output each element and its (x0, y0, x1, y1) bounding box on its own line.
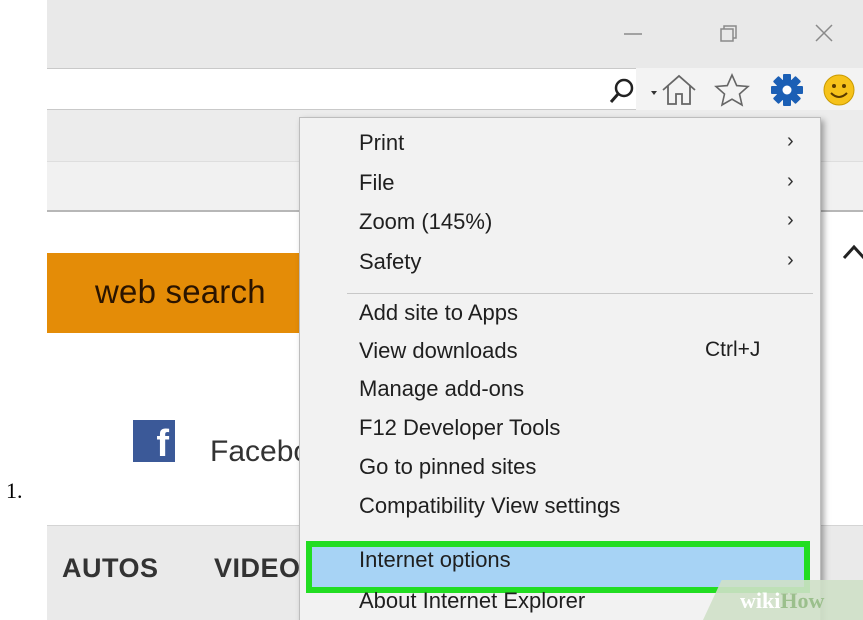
restore-icon[interactable] (715, 20, 741, 46)
wikihow-watermark: wikiHow (740, 588, 825, 613)
chevron-right-icon: › (787, 170, 794, 192)
web-search-label: web search (95, 273, 266, 310)
nav-item-autos[interactable]: AUTOS (62, 553, 159, 584)
menu-item-add-site-to-apps[interactable]: Add site to Apps (300, 294, 820, 334)
chevron-right-icon: › (787, 249, 794, 271)
star-icon[interactable] (712, 72, 752, 113)
search-icon (609, 78, 634, 103)
web-search-button[interactable]: web search (47, 253, 307, 333)
step-number: 1. (6, 478, 23, 503)
menu-item-compatibility-view[interactable]: Compatibility View settings (300, 487, 820, 527)
menu-item-manage-add-ons[interactable]: Manage add-ons (300, 370, 820, 410)
tools-menu: Print › File › Zoom (145%) › Safety › Ad… (299, 117, 821, 620)
facebook-icon[interactable]: f (133, 420, 175, 465)
menu-item-view-downloads[interactable]: View downloads Ctrl+J (300, 332, 820, 372)
smiley-icon[interactable] (819, 72, 863, 113)
facebook-link[interactable]: Facebo (210, 435, 310, 469)
minimize-icon[interactable] (620, 20, 646, 46)
search-dropdown[interactable] (607, 78, 667, 106)
chevron-right-icon: › (787, 130, 794, 152)
menu-item-internet-options[interactable]: Internet options (300, 541, 820, 581)
menu-item-zoom[interactable]: Zoom (145%) › (300, 203, 820, 243)
address-bar[interactable] (47, 68, 636, 110)
home-icon[interactable] (659, 72, 699, 113)
gear-icon[interactable] (767, 72, 807, 113)
menu-item-print[interactable]: Print › (300, 124, 820, 164)
menu-item-pinned-sites[interactable]: Go to pinned sites (300, 448, 820, 488)
menu-item-file[interactable]: File › (300, 164, 820, 204)
chevron-right-icon: › (787, 209, 794, 231)
shortcut-label: Ctrl+J (705, 338, 761, 361)
menu-item-safety[interactable]: Safety › (300, 243, 820, 283)
chevron-down-icon (651, 91, 657, 95)
menu-item-developer-tools[interactable]: F12 Developer Tools (300, 409, 820, 449)
close-icon[interactable] (811, 20, 837, 46)
browser-screenshot: web search f Facebo AUTOS VIDEO Print › … (47, 0, 863, 620)
nav-item-video[interactable]: VIDEO (214, 553, 301, 584)
scroll-up-icon[interactable] (842, 234, 863, 268)
